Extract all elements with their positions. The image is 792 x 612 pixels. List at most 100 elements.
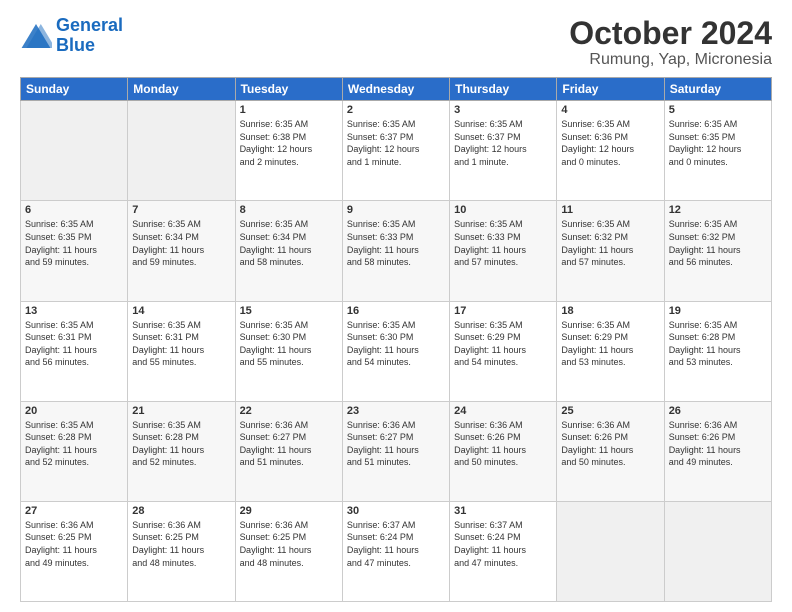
- location: Rumung, Yap, Micronesia: [569, 51, 772, 69]
- day-number: 26: [669, 405, 767, 417]
- table-row: 24 Sunrise: 6:36 AM Sunset: 6:26 PM Dayli…: [450, 401, 557, 501]
- table-row: 14 Sunrise: 6:35 AM Sunset: 6:31 PM Dayli…: [128, 301, 235, 401]
- table-row: [128, 101, 235, 201]
- table-row: 9 Sunrise: 6:35 AM Sunset: 6:33 PM Daylig…: [342, 201, 449, 301]
- calendar-week-row: 20 Sunrise: 6:35 AM Sunset: 6:28 PM Dayli…: [21, 401, 772, 501]
- table-row: 7 Sunrise: 6:35 AM Sunset: 6:34 PM Daylig…: [128, 201, 235, 301]
- day-info: Sunrise: 6:36 AM Sunset: 6:27 PM Dayligh…: [347, 419, 445, 469]
- day-info: Sunrise: 6:35 AM Sunset: 6:35 PM Dayligh…: [25, 218, 123, 268]
- day-number: 27: [25, 505, 123, 517]
- day-number: 18: [561, 305, 659, 317]
- table-row: 13Sunrise: 6:35 AM Sunset: 6:31 PM Dayli…: [21, 301, 128, 401]
- table-row: 28Sunrise: 6:36 AM Sunset: 6:25 PM Dayli…: [128, 501, 235, 601]
- calendar-week-row: 6 Sunrise: 6:35 AM Sunset: 6:35 PM Daylig…: [21, 201, 772, 301]
- day-number: 14: [132, 305, 230, 317]
- day-number: 15: [240, 305, 338, 317]
- day-info: Sunrise: 6:35 AM Sunset: 6:37 PM Dayligh…: [454, 118, 552, 168]
- day-number: 9: [347, 204, 445, 216]
- table-row: 1Sunrise: 6:35 AM Sunset: 6:38 PM Daylig…: [235, 101, 342, 201]
- day-info: Sunrise: 6:35 AM Sunset: 6:32 PM Dayligh…: [561, 218, 659, 268]
- table-row: 12Sunrise: 6:35 AM Sunset: 6:32 PM Dayli…: [664, 201, 771, 301]
- calendar-week-row: 27 Sunrise: 6:36 AM Sunset: 6:25 PM Dayli…: [21, 501, 772, 601]
- col-monday: Monday: [128, 78, 235, 101]
- logo-blue: Blue: [56, 35, 95, 55]
- table-row: 10 Sunrise: 6:35 AM Sunset: 6:33 PM Dayli…: [450, 201, 557, 301]
- day-info: Sunrise: 6:35 AM Sunset: 6:28 PM Dayligh…: [25, 419, 123, 469]
- day-info: Sunrise: 6:35 AM Sunset: 6:32 PM Dayligh…: [669, 218, 767, 268]
- day-number: 20: [25, 405, 123, 417]
- day-number: 7: [132, 204, 230, 216]
- col-sunday: Sunday: [21, 78, 128, 101]
- table-row: 8 Sunrise: 6:35 AM Sunset: 6:34 PM Daylig…: [235, 201, 342, 301]
- logo-text: General Blue: [56, 16, 123, 56]
- day-info: Sunrise: 6:36 AM Sunset: 6:27 PM Dayligh…: [240, 419, 338, 469]
- day-info: Sunrise: 6:36 AM Sunset: 6:25 PM Dayligh…: [25, 519, 123, 569]
- calendar-week-row: 1Sunrise: 6:35 AM Sunset: 6:38 PM Daylig…: [21, 101, 772, 201]
- day-info: Sunrise: 6:35 AM Sunset: 6:33 PM Dayligh…: [454, 218, 552, 268]
- table-row: 23 Sunrise: 6:36 AM Sunset: 6:27 PM Dayli…: [342, 401, 449, 501]
- day-info: Sunrise: 6:36 AM Sunset: 6:26 PM Dayligh…: [669, 419, 767, 469]
- table-row: [664, 501, 771, 601]
- table-row: 15Sunrise: 6:35 AM Sunset: 6:30 PM Dayli…: [235, 301, 342, 401]
- day-info: Sunrise: 6:35 AM Sunset: 6:33 PM Dayligh…: [347, 218, 445, 268]
- day-info: Sunrise: 6:35 AM Sunset: 6:31 PM Dayligh…: [132, 319, 230, 369]
- day-info: Sunrise: 6:35 AM Sunset: 6:31 PM Dayligh…: [25, 319, 123, 369]
- day-number: 21: [132, 405, 230, 417]
- table-row: 5 Sunrise: 6:35 AM Sunset: 6:35 PM Daylig…: [664, 101, 771, 201]
- calendar-week-row: 13Sunrise: 6:35 AM Sunset: 6:31 PM Dayli…: [21, 301, 772, 401]
- day-number: 22: [240, 405, 338, 417]
- col-friday: Friday: [557, 78, 664, 101]
- day-number: 28: [132, 505, 230, 517]
- day-number: 5: [669, 104, 767, 116]
- day-number: 16: [347, 305, 445, 317]
- day-info: Sunrise: 6:36 AM Sunset: 6:26 PM Dayligh…: [561, 419, 659, 469]
- table-row: [557, 501, 664, 601]
- table-row: 17Sunrise: 6:35 AM Sunset: 6:29 PM Dayli…: [450, 301, 557, 401]
- table-row: 27 Sunrise: 6:36 AM Sunset: 6:25 PM Dayli…: [21, 501, 128, 601]
- logo-icon: [20, 22, 52, 50]
- day-number: 6: [25, 204, 123, 216]
- day-number: 24: [454, 405, 552, 417]
- table-row: 20 Sunrise: 6:35 AM Sunset: 6:28 PM Dayli…: [21, 401, 128, 501]
- header: General Blue October 2024 Rumung, Yap, M…: [20, 16, 772, 69]
- day-number: 3: [454, 104, 552, 116]
- day-number: 25: [561, 405, 659, 417]
- table-row: 16 Sunrise: 6:35 AM Sunset: 6:30 PM Dayli…: [342, 301, 449, 401]
- logo: General Blue: [20, 16, 123, 56]
- table-row: 21Sunrise: 6:35 AM Sunset: 6:28 PM Dayli…: [128, 401, 235, 501]
- day-info: Sunrise: 6:35 AM Sunset: 6:28 PM Dayligh…: [669, 319, 767, 369]
- table-row: 4 Sunrise: 6:35 AM Sunset: 6:36 PM Daylig…: [557, 101, 664, 201]
- day-number: 30: [347, 505, 445, 517]
- day-info: Sunrise: 6:35 AM Sunset: 6:34 PM Dayligh…: [132, 218, 230, 268]
- day-info: Sunrise: 6:35 AM Sunset: 6:30 PM Dayligh…: [347, 319, 445, 369]
- day-number: 17: [454, 305, 552, 317]
- day-number: 31: [454, 505, 552, 517]
- page: General Blue October 2024 Rumung, Yap, M…: [0, 0, 792, 612]
- day-number: 23: [347, 405, 445, 417]
- day-number: 8: [240, 204, 338, 216]
- table-row: 19 Sunrise: 6:35 AM Sunset: 6:28 PM Dayli…: [664, 301, 771, 401]
- day-info: Sunrise: 6:36 AM Sunset: 6:25 PM Dayligh…: [240, 519, 338, 569]
- day-number: 4: [561, 104, 659, 116]
- day-info: Sunrise: 6:36 AM Sunset: 6:26 PM Dayligh…: [454, 419, 552, 469]
- day-info: Sunrise: 6:35 AM Sunset: 6:34 PM Dayligh…: [240, 218, 338, 268]
- day-info: Sunrise: 6:37 AM Sunset: 6:24 PM Dayligh…: [454, 519, 552, 569]
- day-number: 10: [454, 204, 552, 216]
- table-row: 18 Sunrise: 6:35 AM Sunset: 6:29 PM Dayli…: [557, 301, 664, 401]
- table-row: 29 Sunrise: 6:36 AM Sunset: 6:25 PM Dayli…: [235, 501, 342, 601]
- col-thursday: Thursday: [450, 78, 557, 101]
- table-row: 3 Sunrise: 6:35 AM Sunset: 6:37 PM Daylig…: [450, 101, 557, 201]
- day-info: Sunrise: 6:35 AM Sunset: 6:36 PM Dayligh…: [561, 118, 659, 168]
- day-number: 11: [561, 204, 659, 216]
- title-block: October 2024 Rumung, Yap, Micronesia: [569, 16, 772, 69]
- day-info: Sunrise: 6:37 AM Sunset: 6:24 PM Dayligh…: [347, 519, 445, 569]
- col-wednesday: Wednesday: [342, 78, 449, 101]
- day-number: 19: [669, 305, 767, 317]
- day-info: Sunrise: 6:35 AM Sunset: 6:35 PM Dayligh…: [669, 118, 767, 168]
- table-row: 31 Sunrise: 6:37 AM Sunset: 6:24 PM Dayli…: [450, 501, 557, 601]
- table-row: 22 Sunrise: 6:36 AM Sunset: 6:27 PM Dayli…: [235, 401, 342, 501]
- day-info: Sunrise: 6:35 AM Sunset: 6:29 PM Dayligh…: [561, 319, 659, 369]
- day-number: 29: [240, 505, 338, 517]
- col-saturday: Saturday: [664, 78, 771, 101]
- day-number: 1: [240, 104, 338, 116]
